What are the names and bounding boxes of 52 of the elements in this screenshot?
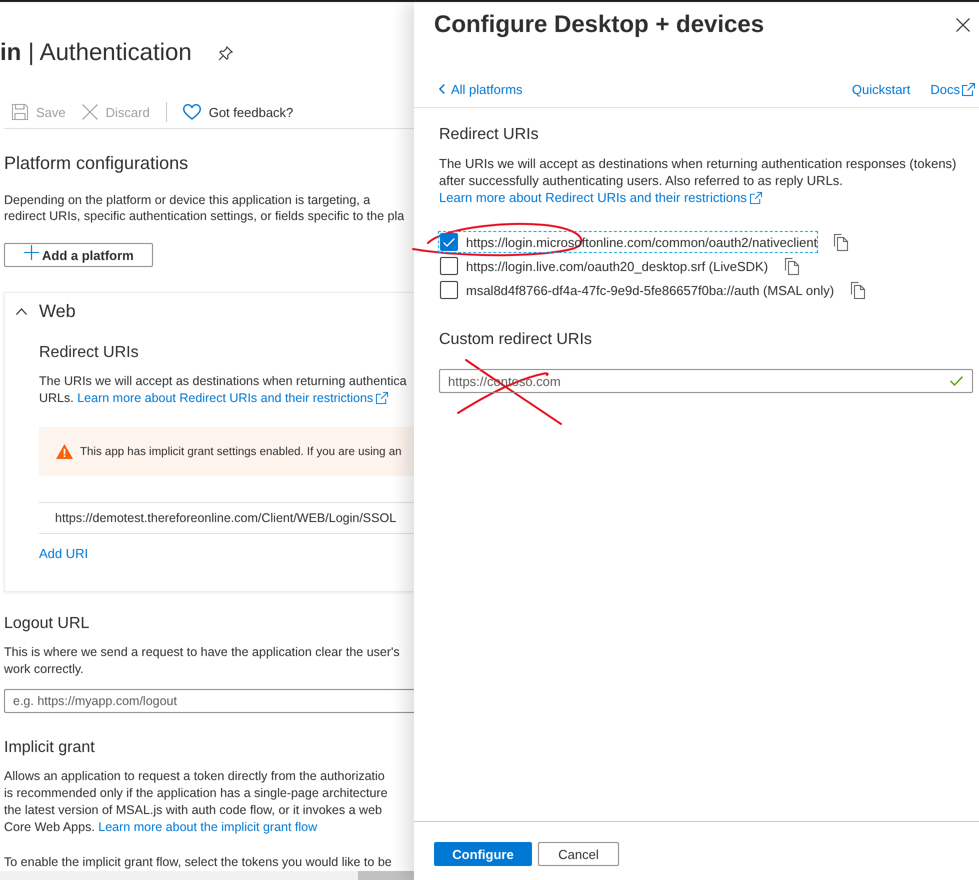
redirect-uri-text: https://demotest.thereforeonline.com/Client/WEB/Login/SSOL	[55, 511, 396, 525]
section-heading: Implicit grant	[4, 738, 96, 758]
section-heading: Custom redirect URIs	[439, 330, 593, 350]
horizontal-scrollbar[interactable]	[0, 871, 414, 880]
section-heading: Redirect URIs	[439, 125, 540, 145]
platform-description: Depending on the platform or device this application is targeting, a redirect URIs, specific authentication settings, or fields specific to the pla	[4, 192, 406, 224]
cancel-button[interactable]: Cancel	[538, 842, 619, 866]
logout-description: This is where we send a request to have the application clear the user's work correctly.	[4, 644, 401, 678]
copy-icon[interactable]	[834, 234, 848, 250]
checkbox[interactable]	[440, 257, 458, 275]
panel-title: Configure Desktop + devices	[434, 10, 766, 40]
external-link-icon	[376, 392, 388, 404]
card-title: Web	[39, 300, 76, 323]
chevron-left-icon	[439, 84, 445, 94]
external-link-icon	[962, 82, 975, 96]
warning-text: This app has implicit grant settings enabled. If you are using an	[80, 446, 402, 458]
logout-url-field[interactable]: e.g. https://myapp.com/logout	[4, 689, 414, 713]
close-icon	[82, 104, 98, 120]
redirect-description: The URIs we will accept as destinations when returning authentica URLs. Learn more about Redirect URIs and their restrictions	[39, 373, 408, 407]
section-heading: Logout URL	[4, 614, 90, 634]
external-link-icon	[750, 192, 762, 204]
checkmark-icon	[443, 238, 455, 246]
learn-more-link[interactable]: Learn more about Redirect URIs and their restrictions	[77, 391, 374, 405]
implicit-grant-description: Allows an application to request a token directly from the authorizatio is recommended only if the application has a single-page architecture the latest version of MSAL.js with auth code flow, or it invokes a web Core Web Apps. Learn more about the implicit grant flow	[4, 768, 389, 836]
plus-icon	[24, 245, 39, 260]
heart-icon	[182, 104, 201, 120]
learn-more-link[interactable]: Learn more about Redirect URIs and their restrictions	[439, 190, 747, 205]
feedback-button[interactable]: Got feedback?	[174, 96, 302, 128]
copy-icon[interactable]	[851, 282, 866, 298]
scrollbar-thumb[interactable]	[358, 871, 414, 880]
redirect-uri-option[interactable]: https://login.live.com/oauth20_desktop.srf (LiveSDK)	[439, 256, 768, 276]
page-title: in | Authentication	[0, 38, 192, 68]
add-platform-button[interactable]: Add a platform	[4, 243, 153, 267]
save-icon	[12, 104, 28, 120]
quickstart-link[interactable]: Quickstart	[852, 82, 910, 96]
learn-more-link[interactable]: Learn more about the implicit grant flow	[98, 820, 318, 834]
section-heading: Platform configurations	[4, 152, 190, 175]
warning-icon	[56, 444, 73, 459]
chevron-icon[interactable]	[16, 308, 27, 314]
all-platforms-link[interactable]: All platforms	[439, 82, 523, 96]
close-icon[interactable]	[956, 18, 970, 32]
configure-button[interactable]: Configure	[434, 842, 532, 866]
section-heading: Redirect URIs	[39, 343, 140, 363]
implicit-grant-note: To enable the implicit grant flow, select the tokens you would like to be	[4, 854, 393, 870]
redirect-description: The URIs we will accept as destinations when returning authentication responses (tokens) after successfully authenticating users. Also referred to as reply URLs. Learn more about Redirect URIs and their restrictions	[439, 155, 958, 206]
copy-icon[interactable]	[785, 258, 800, 274]
add-uri-link[interactable]: Add URI	[39, 545, 88, 563]
checkbox[interactable]	[440, 233, 458, 251]
pin-icon[interactable]	[218, 46, 233, 60]
checkbox[interactable]	[440, 281, 458, 299]
redirect-uri-option[interactable]: msal8d4f8766-df4a-47fc-9e9d-5fe86657f0ba://auth (MSAL only)	[439, 280, 834, 300]
docs-link[interactable]: Docs	[930, 82, 975, 96]
